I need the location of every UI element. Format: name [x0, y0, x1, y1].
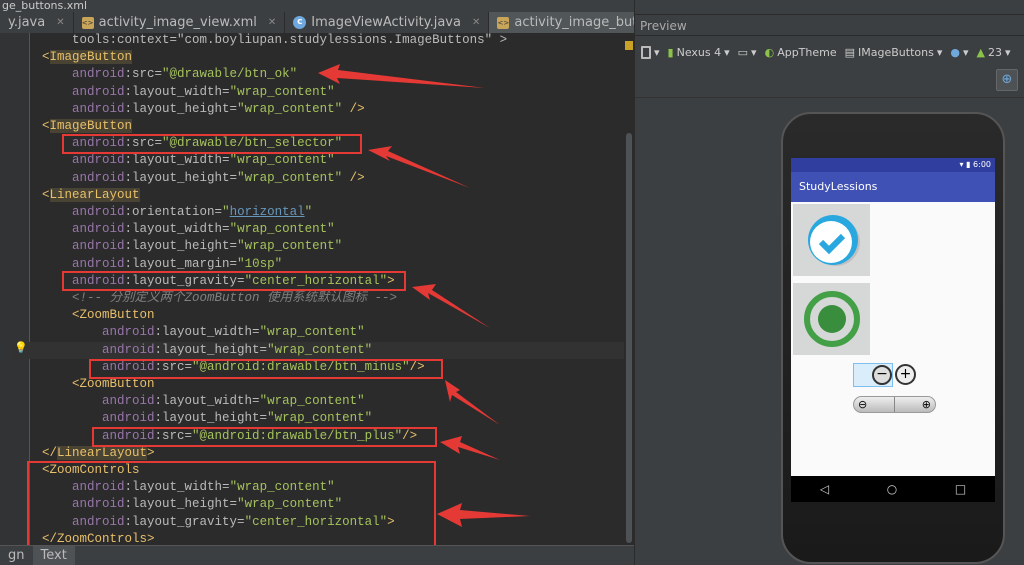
android-icon: ▲	[976, 45, 985, 59]
arrow-icon	[318, 64, 485, 88]
arrow-icon	[412, 284, 490, 328]
preview-toolbar: ▾ ▮ Nexus 4 ▾ ▭ ▾ ◐ AppTheme ▤ IMageButtons ▾ …	[635, 38, 1024, 66]
preview-title: Preview	[635, 14, 1024, 36]
tab-design[interactable]: gn	[0, 546, 33, 565]
device-selector[interactable]: ▮ Nexus 4 ▾	[668, 46, 730, 59]
activity-icon: ▤	[844, 45, 856, 59]
phone-icon: ▮	[667, 45, 674, 59]
device-label: Nexus 4	[676, 45, 722, 59]
navigation-bar: ◁ ○ □	[791, 476, 995, 502]
phone-screen: ▾ ▮ 6:00 StudyLessions − + ⊖ ⊕	[791, 158, 995, 476]
zoom-to-fit-button[interactable]: ⊕	[996, 69, 1018, 91]
check-icon	[808, 215, 860, 266]
highlight-box	[62, 271, 406, 291]
theme-icon: ◐	[764, 45, 775, 59]
zoom-out-icon: ⊖	[858, 398, 868, 411]
image-button-selector[interactable]	[793, 283, 870, 355]
highlight-box	[89, 359, 443, 379]
annotation-overlay	[27, 64, 530, 550]
status-time: 6:00	[973, 160, 991, 169]
preview-canvas: ▾ ▮ 6:00 StudyLessions − + ⊖ ⊕ ◁ ○ □	[635, 97, 1024, 565]
zoom-in-icon: +	[899, 366, 912, 382]
arrow-icon	[437, 503, 530, 527]
recents-icon[interactable]: □	[955, 482, 966, 496]
rotate-icon: ▭	[737, 45, 749, 59]
magnifier-icon: ⊕	[1001, 72, 1013, 87]
radio-icon	[804, 291, 860, 347]
highlight-box	[92, 427, 437, 447]
editor-mode-tabs: gn Text	[0, 545, 634, 565]
arrow-icon	[445, 380, 500, 425]
globe-icon: ●	[950, 45, 960, 59]
device-screen-icon	[641, 45, 651, 59]
zoom-controls-out-button[interactable]: ⊖	[854, 397, 895, 412]
preview-panel: Preview ▾ ▮ Nexus 4 ▾ ▭ ▾ ◐ AppTheme ▤ IMageB…	[634, 0, 1024, 565]
zoom-controls: ⊖ ⊕	[853, 396, 936, 413]
app-bar: StudyLessions	[791, 172, 995, 202]
orientation-button[interactable]: ▭ ▾	[738, 46, 757, 59]
theme-selector[interactable]: ◐ AppTheme	[765, 46, 837, 59]
api-selector[interactable]: ▲ 23 ▾	[977, 46, 1011, 59]
locale-selector[interactable]: ● ▾	[950, 46, 968, 59]
home-icon[interactable]: ○	[887, 482, 897, 496]
arrow-icon	[440, 436, 500, 460]
design-surface-button[interactable]: ▾	[641, 45, 660, 59]
image-button-ok[interactable]	[793, 204, 870, 276]
highlight-box	[62, 134, 362, 154]
activity-label: IMageButtons	[858, 45, 934, 59]
theme-label: AppTheme	[777, 45, 837, 59]
status-bar: ▾ ▮ 6:00	[791, 158, 995, 172]
zoom-button-plus[interactable]: +	[895, 364, 916, 385]
api-label: 23	[987, 45, 1002, 59]
zoom-button-minus[interactable]: −	[853, 363, 893, 387]
back-icon[interactable]: ◁	[820, 482, 829, 496]
zoom-in-icon: ⊕	[921, 398, 931, 411]
phone-frame: ▾ ▮ 6:00 StudyLessions − + ⊖ ⊕ ◁ ○ □	[781, 112, 1005, 564]
breadcrumb-label: ge_buttons.xml	[2, 0, 88, 12]
zoom-controls-in-button[interactable]: ⊕	[895, 397, 935, 412]
tab-text[interactable]: Text	[32, 546, 75, 565]
activity-selector[interactable]: ▤ IMageButtons ▾	[845, 46, 943, 59]
arrow-icon	[368, 146, 470, 188]
highlight-box	[27, 461, 436, 550]
zoom-out-icon: −	[872, 365, 892, 385]
breadcrumb[interactable]: ge_buttons.xml	[0, 0, 634, 12]
